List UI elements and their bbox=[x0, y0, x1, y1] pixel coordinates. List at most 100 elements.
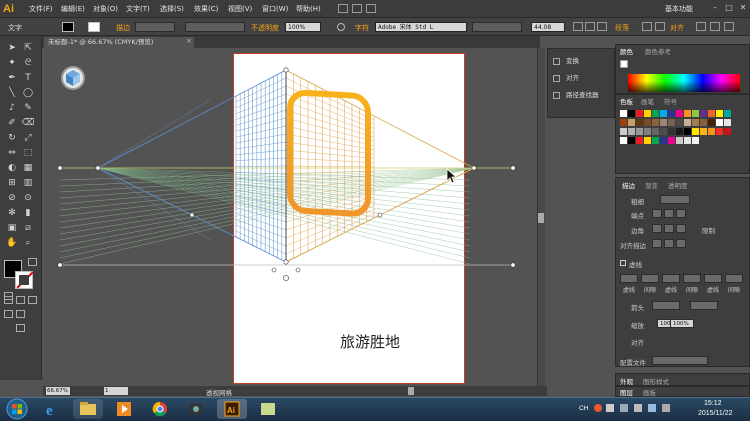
profile-field[interactable] bbox=[652, 356, 708, 365]
eraser-tool-icon[interactable]: ⌫ bbox=[21, 117, 35, 130]
color-swatch[interactable] bbox=[676, 137, 683, 144]
color-swatch[interactable] bbox=[676, 119, 683, 126]
menu-item-1[interactable]: 编辑(E) bbox=[61, 4, 85, 14]
tab-layers[interactable]: 图层 bbox=[620, 387, 633, 397]
color-swatch[interactable] bbox=[644, 128, 651, 135]
gap-field-1[interactable] bbox=[683, 274, 701, 283]
menu-item-8[interactable]: 帮助(H) bbox=[296, 4, 321, 14]
fill-color-box[interactable] bbox=[62, 22, 74, 32]
close-icon[interactable]: ✕ bbox=[738, 3, 748, 13]
arrange-icon[interactable] bbox=[366, 4, 376, 13]
blend-tool-icon[interactable]: ⊙ bbox=[21, 192, 35, 205]
zoom-field[interactable]: 66.67% bbox=[46, 387, 70, 395]
color-swatch[interactable] bbox=[620, 110, 627, 117]
column-graph-tool-icon[interactable]: ▮ bbox=[21, 207, 35, 220]
pen-tool-icon[interactable]: ✒ bbox=[5, 72, 19, 85]
artboard-tool-icon[interactable]: ▣ bbox=[5, 222, 19, 235]
stroke-label[interactable]: 描边 bbox=[116, 23, 130, 33]
paragraph-label[interactable]: 段落 bbox=[615, 23, 629, 33]
color-swatch[interactable] bbox=[692, 137, 699, 144]
symbol-sprayer-tool-icon[interactable]: ✻ bbox=[5, 207, 19, 220]
align-outside-stroke-button[interactable] bbox=[676, 239, 686, 248]
arrow-start-field[interactable] bbox=[652, 301, 680, 310]
taskbar-camera-icon[interactable] bbox=[181, 399, 211, 419]
document-tab[interactable]: 未标题-1* @ 66.67% (CMYK/预览) bbox=[44, 37, 194, 48]
color-spectrum[interactable] bbox=[628, 74, 740, 92]
menu-item-7[interactable]: 窗口(W) bbox=[262, 4, 288, 14]
tab-gradient[interactable]: 渐变 bbox=[645, 180, 658, 190]
screen-mode-icon[interactable] bbox=[16, 324, 25, 332]
horizontal-scroll-thumb[interactable] bbox=[408, 387, 414, 395]
font-family-field[interactable]: Adobe 宋体 Std L bbox=[375, 22, 467, 32]
dashed-checkbox[interactable] bbox=[620, 260, 626, 266]
tray-network-icon[interactable] bbox=[620, 404, 628, 412]
color-swatch[interactable] bbox=[692, 110, 699, 117]
menu-item-5[interactable]: 效果(C) bbox=[194, 4, 218, 14]
direct-selection-tool-icon[interactable]: ⇱ bbox=[21, 42, 35, 55]
opacity-field[interactable]: 100% bbox=[285, 22, 321, 32]
artboard-number-field[interactable]: 1 bbox=[104, 387, 128, 395]
tab-close-icon[interactable]: × bbox=[186, 37, 192, 45]
dash-field-1[interactable] bbox=[662, 274, 680, 283]
clock-date[interactable]: 2015/11/22 bbox=[698, 410, 733, 417]
color-swatch[interactable] bbox=[660, 128, 667, 135]
align-right-icon[interactable] bbox=[597, 22, 607, 31]
dash-field-0[interactable] bbox=[620, 274, 638, 283]
color-swatch[interactable] bbox=[660, 110, 667, 117]
clock-time[interactable]: 15:12 bbox=[704, 400, 722, 407]
align-left-icon[interactable] bbox=[573, 22, 583, 31]
eyedropper-tool-icon[interactable]: ⊘ bbox=[5, 192, 19, 205]
dash-field-2[interactable] bbox=[704, 274, 722, 283]
color-swatch[interactable] bbox=[636, 128, 643, 135]
pencil-tool-icon[interactable]: ✎ bbox=[21, 102, 35, 115]
color-swatch[interactable] bbox=[628, 128, 635, 135]
color-swatch[interactable] bbox=[708, 119, 715, 126]
taskbar-ie-icon[interactable]: e bbox=[37, 399, 67, 419]
color-swatch[interactable] bbox=[724, 110, 731, 117]
width-tool-icon[interactable]: ⇔ bbox=[5, 147, 19, 160]
color-swatch[interactable] bbox=[692, 128, 699, 135]
gap-field-2[interactable] bbox=[725, 274, 743, 283]
color-swatch[interactable] bbox=[644, 119, 651, 126]
tray-flag-icon[interactable] bbox=[648, 404, 656, 412]
options-icon[interactable] bbox=[710, 22, 720, 31]
font-size-field[interactable]: 44.08 bbox=[531, 22, 565, 32]
paintbrush-tool-icon[interactable]: ♪ bbox=[5, 102, 19, 115]
panel-menu-icon[interactable] bbox=[724, 22, 734, 31]
color-swatch[interactable] bbox=[668, 128, 675, 135]
shape-builder-tool-icon[interactable]: ◐ bbox=[5, 162, 19, 175]
scale-tool-icon[interactable]: ⤢ bbox=[21, 132, 35, 145]
opacity-label[interactable]: 不透明度 bbox=[251, 23, 279, 33]
color-swatch[interactable] bbox=[660, 119, 667, 126]
recolor-icon[interactable] bbox=[337, 23, 345, 31]
taskbar-chrome-icon[interactable] bbox=[145, 399, 175, 419]
color-swatch[interactable] bbox=[684, 110, 691, 117]
weight-field[interactable] bbox=[660, 195, 690, 204]
blob-brush-tool-icon[interactable]: ✐ bbox=[5, 117, 19, 130]
color-swatch[interactable] bbox=[620, 128, 627, 135]
align-label[interactable]: 对齐 bbox=[670, 23, 684, 33]
stock-icon[interactable] bbox=[352, 4, 362, 13]
arrow-end-field[interactable] bbox=[690, 301, 718, 310]
none-mode-icon[interactable] bbox=[28, 296, 37, 304]
round-cap-button[interactable] bbox=[664, 209, 674, 218]
perspective-grid-tool-icon[interactable]: ▦ bbox=[21, 162, 35, 175]
butt-cap-button[interactable] bbox=[652, 209, 662, 218]
align-center-icon[interactable] bbox=[585, 22, 595, 31]
type-tool-icon[interactable]: T bbox=[21, 72, 35, 85]
bridge-icon[interactable] bbox=[338, 4, 348, 13]
draw-behind-icon[interactable] bbox=[16, 310, 25, 318]
align-panel-button[interactable]: 对齐 bbox=[553, 72, 579, 82]
tab-color-guide[interactable]: 颜色参考 bbox=[645, 46, 671, 56]
color-swatch[interactable] bbox=[620, 137, 627, 144]
color-swatch[interactable] bbox=[692, 119, 699, 126]
tab-brushes[interactable]: 画笔 bbox=[641, 96, 654, 106]
hand-tool-icon[interactable]: ✋ bbox=[5, 237, 19, 250]
color-swatch[interactable] bbox=[628, 119, 635, 126]
mesh-tool-icon[interactable]: ⊞ bbox=[5, 177, 19, 190]
color-swatch[interactable] bbox=[628, 110, 635, 117]
tray-volume-icon[interactable] bbox=[634, 404, 642, 412]
color-swatch[interactable] bbox=[668, 137, 675, 144]
color-swatch[interactable] bbox=[628, 137, 635, 144]
menu-item-6[interactable]: 视图(V) bbox=[228, 4, 252, 14]
